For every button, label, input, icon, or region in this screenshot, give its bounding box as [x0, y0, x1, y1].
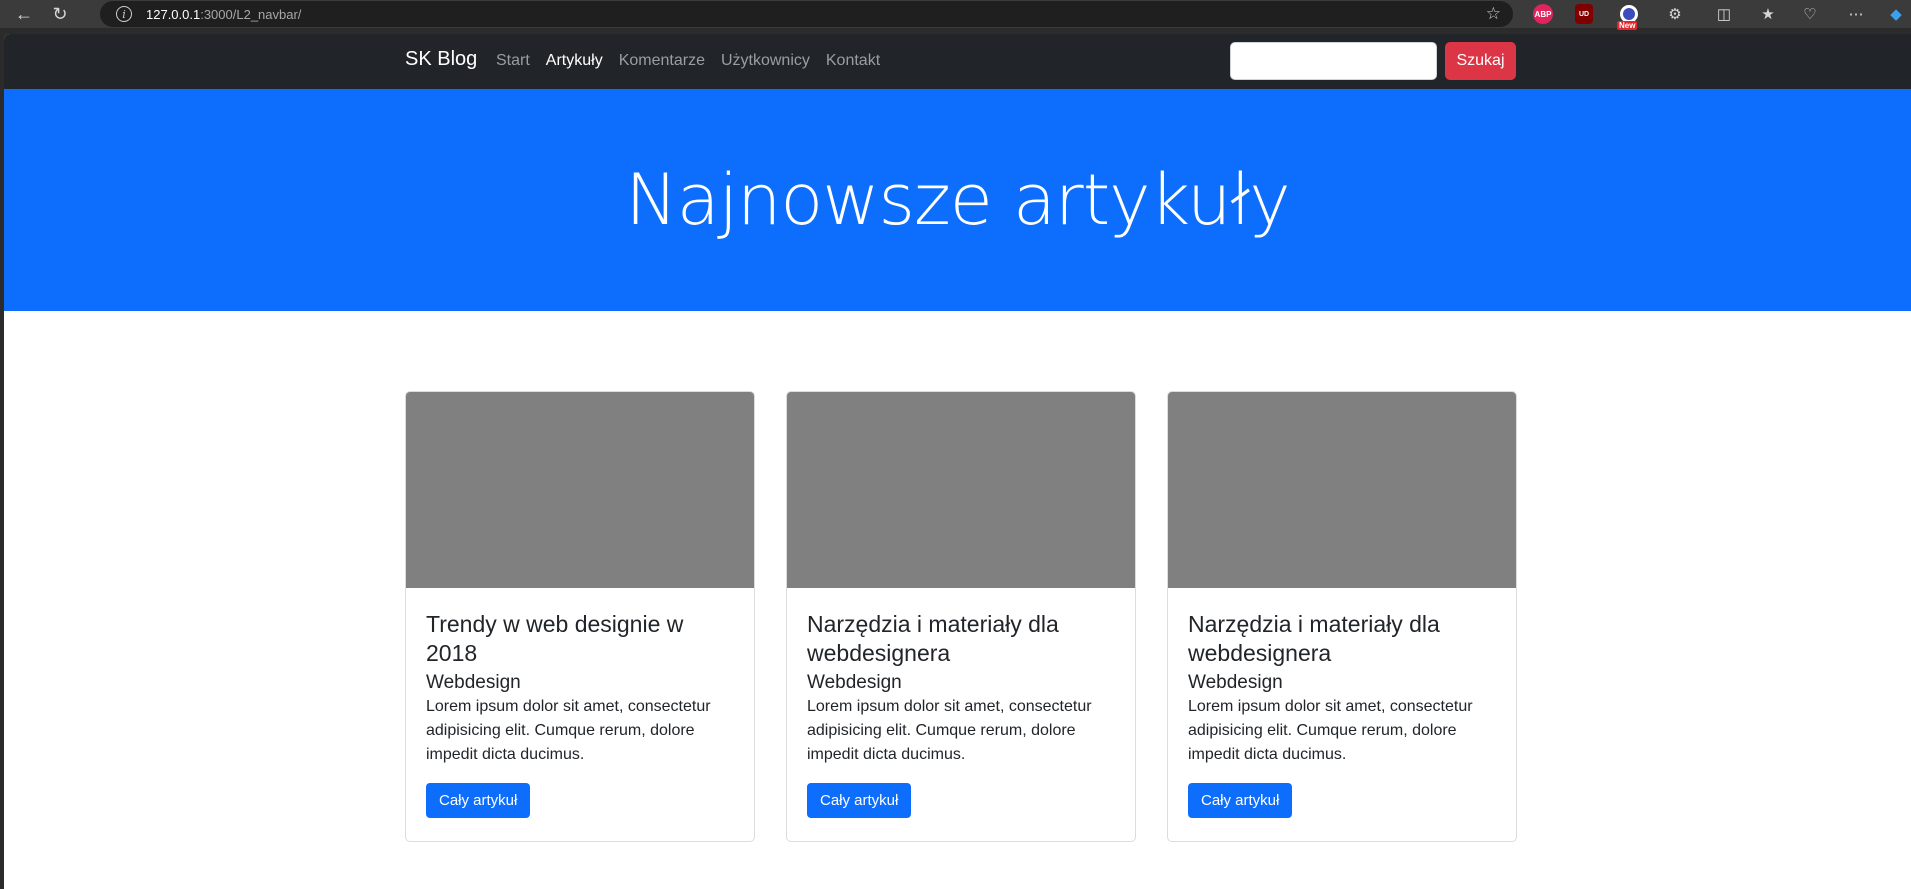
- nav-links: Start Artykuły Komentarze Użytkownicy Ko…: [496, 52, 896, 70]
- nav-link-start[interactable]: Start: [496, 52, 530, 70]
- article-card: Narzędzia i materiały dla webdesignera W…: [786, 391, 1136, 842]
- hero-title: Najnowsze artykuły: [625, 159, 1290, 241]
- extensions-puzzle-icon[interactable]: ⚙: [1665, 4, 1685, 24]
- more-menu-icon[interactable]: ⋯: [1846, 4, 1866, 24]
- nav-link-komentarze[interactable]: Komentarze: [619, 52, 705, 70]
- browser-toolbar: ← ↻ i 127.0.0.1:3000/L2_navbar/ ☆ ABP UD…: [0, 0, 1911, 30]
- card-body: Trendy w web designie w 2018 Webdesign L…: [406, 588, 754, 838]
- ublock-extension-icon[interactable]: UD: [1575, 4, 1593, 24]
- card-title: Narzędzia i materiały dla webdesignera: [807, 611, 1059, 666]
- browser-essentials-icon[interactable]: ♡: [1800, 4, 1820, 24]
- nav-link-artykuly[interactable]: Artykuły: [546, 52, 603, 70]
- new-badge: New: [1617, 21, 1638, 30]
- card-subtitle: Webdesign: [426, 672, 521, 693]
- read-article-button[interactable]: Cały artykuł: [807, 783, 912, 818]
- reload-icon[interactable]: ↻: [48, 2, 72, 26]
- article-card: Trendy w web designie w 2018 Webdesign L…: [405, 391, 755, 842]
- read-article-button[interactable]: Cały artykuł: [426, 783, 531, 818]
- adblock-extension-icon[interactable]: ABP: [1533, 4, 1553, 24]
- copilot-icon[interactable]: ◆: [1886, 4, 1906, 24]
- card-body: Narzędzia i materiały dla webdesignera W…: [1168, 588, 1516, 838]
- split-screen-icon[interactable]: ◫: [1714, 4, 1734, 24]
- site-navbar: SK Blog Start Artykuły Komentarze Użytko…: [4, 34, 1911, 89]
- url-text: 127.0.0.1:3000/L2_navbar/: [146, 6, 302, 22]
- card-subtitle: Webdesign: [807, 672, 902, 693]
- card-image-placeholder: [787, 392, 1135, 588]
- page-viewport: SK Blog Start Artykuły Komentarze Użytko…: [4, 34, 1911, 889]
- card-image-placeholder: [1168, 392, 1516, 588]
- nav-link-uzytkownicy[interactable]: Użytkownicy: [721, 52, 810, 70]
- back-icon[interactable]: ←: [12, 2, 36, 26]
- search-button[interactable]: Szukaj: [1445, 42, 1516, 80]
- card-body: Narzędzia i materiały dla webdesignera W…: [787, 588, 1135, 838]
- card-text: Lorem ipsum dolor sit amet, consectetur …: [426, 698, 711, 763]
- card-text: Lorem ipsum dolor sit amet, consectetur …: [807, 698, 1092, 763]
- card-subtitle: Webdesign: [1188, 672, 1283, 693]
- address-bar[interactable]: i 127.0.0.1:3000/L2_navbar/ ☆: [100, 1, 1513, 27]
- favorite-star-icon[interactable]: ☆: [1486, 4, 1501, 24]
- card-title: Narzędzia i materiały dla webdesignera: [1188, 611, 1440, 666]
- read-article-button[interactable]: Cały artykuł: [1188, 783, 1293, 818]
- article-cards: Trendy w web designie w 2018 Webdesign L…: [405, 391, 1517, 842]
- brand-logo[interactable]: SK Blog: [405, 48, 477, 71]
- site-info-icon[interactable]: i: [116, 6, 132, 22]
- hero-banner: Najnowsze artykuły: [4, 89, 1911, 311]
- article-card: Narzędzia i materiały dla webdesignera W…: [1167, 391, 1517, 842]
- card-title: Trendy w web designie w 2018: [426, 611, 684, 666]
- new-extension-icon[interactable]: New: [1617, 4, 1641, 30]
- favorites-icon[interactable]: ★: [1758, 4, 1778, 24]
- search-input[interactable]: [1230, 42, 1437, 80]
- card-text: Lorem ipsum dolor sit amet, consectetur …: [1188, 698, 1473, 763]
- card-image-placeholder: [406, 392, 754, 588]
- nav-link-kontakt[interactable]: Kontakt: [826, 52, 880, 70]
